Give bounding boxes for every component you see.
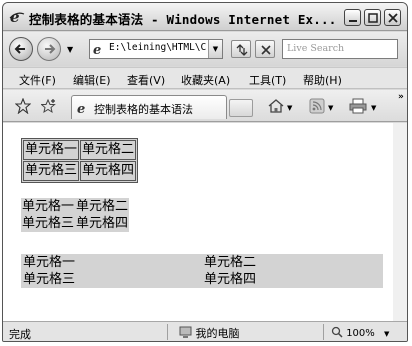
tab-current-page[interactable]: e 控制表格的基本语法 <box>71 95 227 119</box>
zoom-control[interactable]: 100% ▼ <box>331 326 389 339</box>
menu-tools[interactable]: 工具(T) <box>249 72 286 88</box>
maximize-button[interactable] <box>364 9 381 26</box>
status-text: 完成 <box>9 328 31 341</box>
table-cell: 单元格四 <box>204 272 257 287</box>
status-divider <box>167 324 168 340</box>
menu-file[interactable]: 文件(F) <box>19 72 56 88</box>
address-url: E:\leining\HTML\C <box>109 42 207 53</box>
menu-edit[interactable]: 编辑(E) <box>73 72 111 88</box>
table-cell: 单元格一 <box>23 255 76 270</box>
page-viewport: 单元格一 单元格二 单元格三 单元格四 单元格一 单元格二 单元格三 单元格四 <box>3 123 407 321</box>
table-cell: 单元格二 <box>76 199 129 214</box>
search-placeholder: Live Search <box>287 43 345 54</box>
table-cell: 单元格三 <box>22 216 75 231</box>
favorites-star-icon[interactable] <box>14 97 32 117</box>
menu-view[interactable]: 查看(V) <box>127 72 165 88</box>
back-button[interactable] <box>9 37 33 61</box>
security-zone[interactable]: 我的电脑 <box>179 325 240 341</box>
window-title: 控制表格的基本语法 - Windows Internet Ex... <box>29 12 337 27</box>
refresh-icon <box>236 44 248 56</box>
table-row: 单元格三 单元格四 <box>23 161 137 181</box>
wide-table: 单元格一 单元格二 单元格三 单元格四 <box>21 254 383 288</box>
compact-table: 单元格一 单元格二 单元格三 单元格四 <box>21 198 130 232</box>
more-tools-chevron-icon[interactable]: » <box>398 92 404 102</box>
table-row: 单元格三 单元格四 <box>21 271 383 288</box>
home-dropdown-icon[interactable]: ▼ <box>287 104 292 112</box>
table-cell: 单元格二 <box>80 140 137 160</box>
menu-help[interactable]: 帮助(H) <box>303 72 342 88</box>
back-arrow-icon <box>14 44 25 54</box>
home-icon[interactable] <box>267 98 285 117</box>
menu-favorites[interactable]: 收藏夹(A) <box>181 72 230 88</box>
table-cell: 单元格二 <box>204 255 257 270</box>
table-cell: 单元格一 <box>23 140 80 160</box>
tab-label: 控制表格的基本语法 <box>94 103 193 116</box>
refresh-button[interactable] <box>231 40 251 58</box>
status-divider <box>323 324 324 340</box>
search-box[interactable]: Live Search <box>282 39 398 59</box>
ie-page-icon: e <box>77 101 91 117</box>
browser-window: e 控制表格的基本语法 - Windows Internet Ex... ▼ e… <box>2 2 408 342</box>
address-field[interactable]: e E:\leining\HTML\C ▼ <box>89 39 223 59</box>
zoom-level: 100% <box>346 328 375 339</box>
forward-button[interactable] <box>37 37 61 61</box>
table-row: 单元格三 单元格四 <box>21 215 129 232</box>
security-zone-label: 我的电脑 <box>195 327 240 340</box>
title-bar: e 控制表格的基本语法 - Windows Internet Ex... <box>3 3 407 31</box>
forward-arrow-icon <box>45 44 56 54</box>
table-row: 单元格一 单元格二 <box>23 140 137 160</box>
print-icon[interactable] <box>349 98 367 117</box>
table-row: 单元格一 单元格二 <box>21 254 383 271</box>
ie-logo-icon: e <box>9 8 25 26</box>
status-bar: 完成 我的电脑 100% ▼ <box>3 321 407 341</box>
feeds-dropdown-icon[interactable]: ▼ <box>328 104 333 112</box>
minimize-icon <box>349 20 357 22</box>
table-row: 单元格一 单元格二 <box>21 198 129 215</box>
table-cell: 单元格四 <box>80 161 137 181</box>
svg-text:e: e <box>77 102 85 115</box>
zoom-dropdown-icon[interactable]: ▼ <box>384 330 389 338</box>
navigation-bar: ▼ e E:\leining\HTML\C ▼ Live Search <box>3 32 407 66</box>
print-dropdown-icon[interactable]: ▼ <box>371 104 376 112</box>
table-cell: 单元格三 <box>23 161 80 181</box>
computer-icon <box>179 326 192 338</box>
table-cell: 单元格三 <box>23 272 76 287</box>
ie-page-icon: e <box>93 42 107 58</box>
maximize-icon <box>368 13 378 23</box>
page-content: 单元格一 单元格二 单元格三 单元格四 单元格一 单元格二 单元格三 单元格四 <box>3 123 393 321</box>
tab-bar: e 控制表格的基本语法 ▼ ▼ ▼ » <box>3 90 407 122</box>
minimize-button[interactable] <box>344 9 361 26</box>
history-dropdown-icon[interactable]: ▼ <box>67 45 73 54</box>
add-favorites-icon[interactable] <box>40 98 57 117</box>
address-dropdown-icon[interactable]: ▼ <box>208 40 222 58</box>
close-button[interactable] <box>384 9 401 26</box>
table-cell: 单元格四 <box>76 216 129 231</box>
magnifier-icon <box>331 326 343 338</box>
table-cell: 单元格一 <box>22 199 75 214</box>
bordered-table: 单元格一 单元格二 单元格三 单元格四 <box>21 138 139 183</box>
close-icon <box>388 13 398 23</box>
feeds-icon[interactable] <box>309 98 325 117</box>
stop-icon <box>261 45 271 55</box>
new-tab-button[interactable] <box>229 99 253 117</box>
svg-text:e: e <box>93 43 101 56</box>
menu-bar: 文件(F) 编辑(E) 查看(V) 收藏夹(A) 工具(T) 帮助(H) <box>3 67 407 89</box>
stop-button[interactable] <box>255 40 275 58</box>
